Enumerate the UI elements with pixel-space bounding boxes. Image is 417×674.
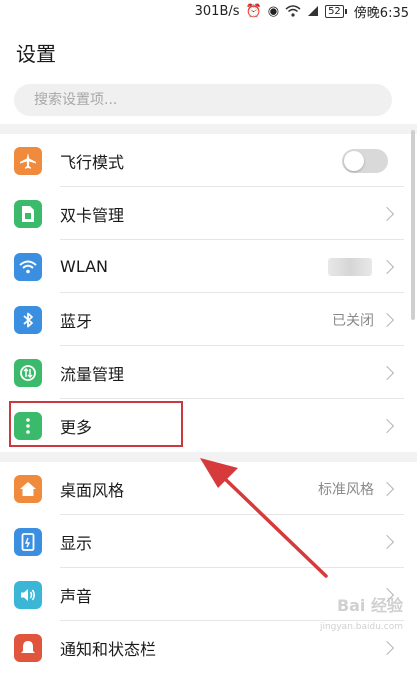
- watermark-logo: Bai 经验: [336, 596, 403, 615]
- annotation-arrow: [200, 458, 328, 578]
- watermark-url: jingyan.baidu.com: [319, 622, 403, 632]
